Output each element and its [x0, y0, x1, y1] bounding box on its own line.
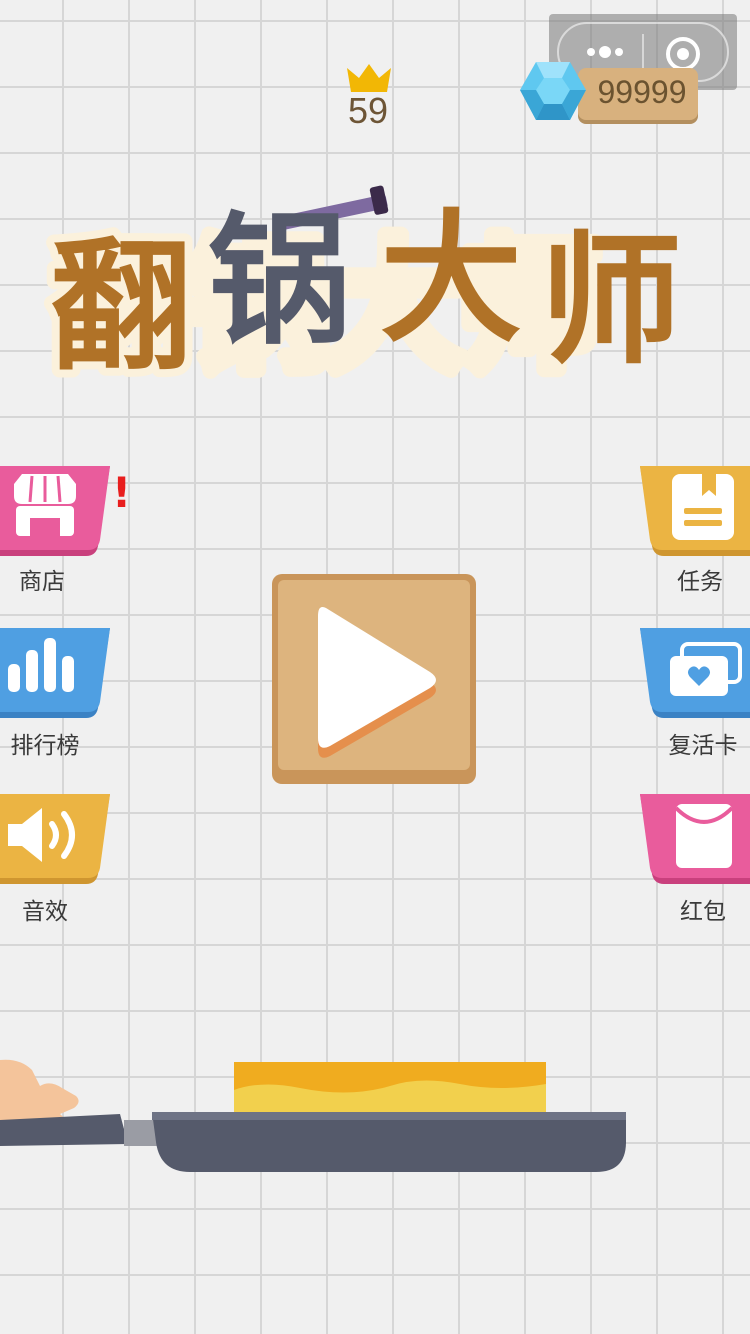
shop-button[interactable] — [0, 466, 112, 558]
leaderboard-label: 排行榜 — [10, 733, 80, 759]
tasks-button[interactable] — [638, 466, 750, 558]
leaderboard-button[interactable] — [0, 628, 112, 720]
red-envelope-icon — [674, 804, 734, 874]
capsule-divider — [642, 34, 644, 70]
title-char-1: 翻 — [50, 225, 186, 380]
revive-card-icon — [668, 642, 744, 704]
leaderboard-icon — [8, 636, 82, 698]
title-char-3: 大 — [380, 197, 521, 362]
revive-card-label: 复活卡 — [668, 733, 738, 759]
title-char-2: 锅 — [208, 199, 344, 364]
diamond-count: 99999 — [597, 74, 687, 110]
red-envelope-label: 红包 — [680, 899, 726, 925]
pan-scene — [0, 1050, 750, 1194]
game-title: 翻锅大师 翻 锅 大 师 — [40, 180, 720, 398]
sound-button[interactable] — [0, 794, 112, 886]
sound-label: 音效 — [22, 899, 68, 925]
tasks-label: 任务 — [677, 569, 723, 595]
title-char-4: 师 — [540, 219, 677, 380]
shop-label: 商店 — [19, 569, 65, 595]
shop-icon — [10, 474, 80, 546]
best-score: 59 — [347, 90, 389, 131]
diamond-icon — [518, 58, 588, 128]
pan-icon — [0, 1112, 626, 1172]
play-button[interactable] — [272, 574, 476, 784]
speaker-icon — [8, 806, 84, 868]
shop-alert-badge: ! — [112, 468, 132, 517]
play-icon — [312, 600, 442, 764]
revive-card-button[interactable] — [638, 628, 750, 720]
task-book-icon — [672, 474, 736, 546]
red-envelope-button[interactable] — [638, 794, 750, 886]
butter-icon — [234, 1062, 546, 1112]
